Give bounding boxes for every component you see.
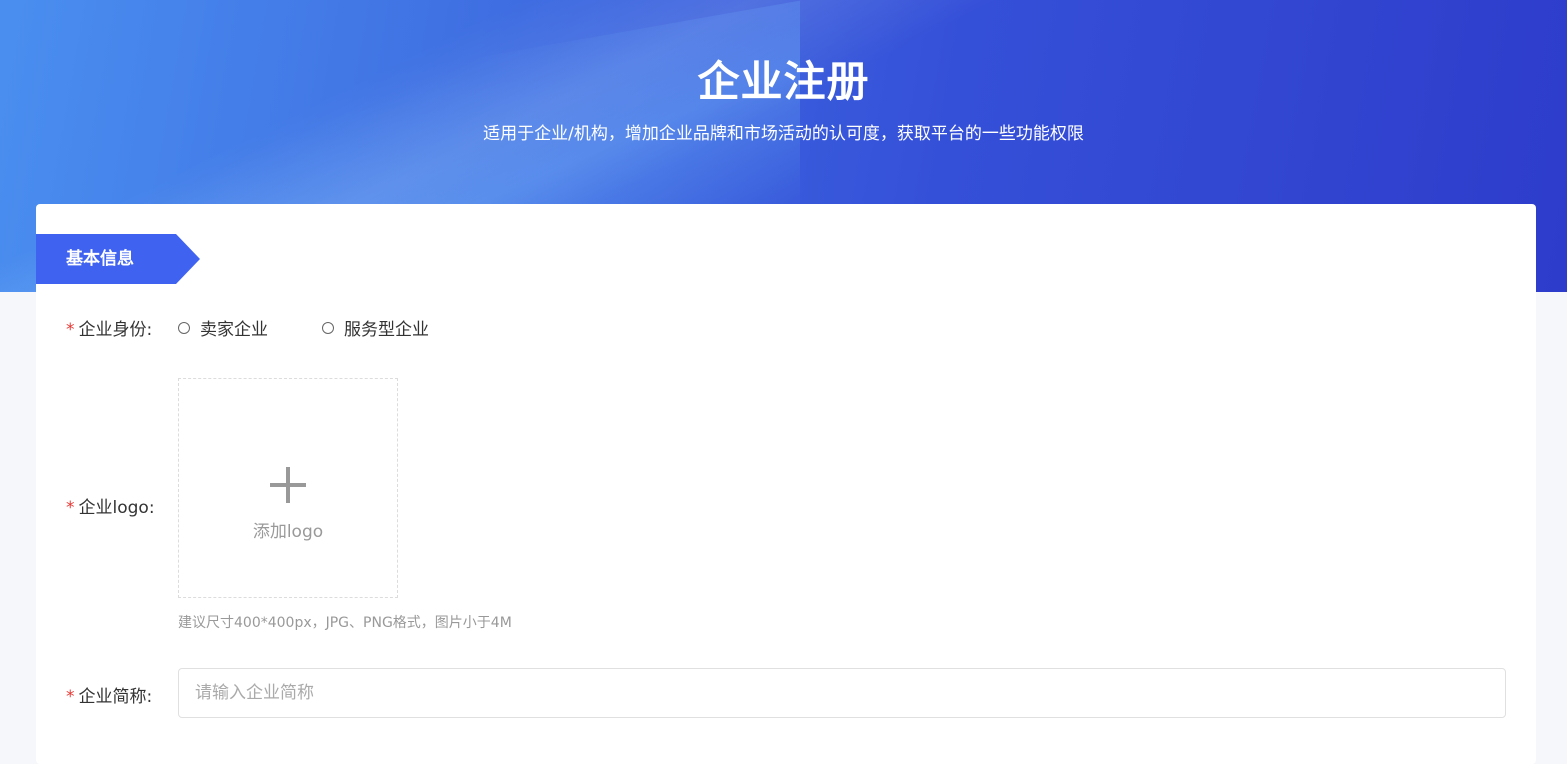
radio-circle-icon xyxy=(322,321,334,334)
required-mark: * xyxy=(66,498,75,518)
section-title-basic-info: 基本信息 xyxy=(36,234,200,284)
form-card: 基本信息 * 企业身份: 卖家企业 服务型企业 * 企业logo: 添加logo 建… xyxy=(36,204,1536,764)
upload-text: 添加logo xyxy=(252,522,324,542)
plus-icon xyxy=(270,467,306,503)
short-name-label: * 企业简称: xyxy=(66,682,152,707)
short-name-label-text: 企业简称: xyxy=(78,687,153,707)
logo-label-text: 企业logo: xyxy=(78,498,155,518)
upload-hint: 建议尺寸400*400px，JPG、PNG格式，图片小于4M xyxy=(178,615,512,631)
radio-label-service: 服务型企业 xyxy=(344,320,429,340)
radio-service-enterprise[interactable]: 服务型企业 xyxy=(322,315,429,340)
logo-label: * 企业logo: xyxy=(66,493,155,518)
radio-circle-icon xyxy=(178,321,190,334)
radio-label-seller: 卖家企业 xyxy=(200,320,268,340)
required-mark: * xyxy=(66,687,75,707)
radio-seller-enterprise[interactable]: 卖家企业 xyxy=(178,315,268,340)
identity-label-text: 企业身份: xyxy=(78,320,153,340)
identity-radio-group: 卖家企业 服务型企业 xyxy=(178,315,483,340)
page-subtitle: 适用于企业/机构，增加企业品牌和市场活动的认可度，获取平台的一些功能权限 xyxy=(483,124,1084,144)
required-mark: * xyxy=(66,320,75,340)
page-title: 企业注册 xyxy=(697,57,870,106)
logo-upload-button[interactable]: 添加logo xyxy=(178,378,398,598)
short-name-input[interactable] xyxy=(178,668,1506,718)
identity-label: * 企业身份: xyxy=(66,315,152,340)
